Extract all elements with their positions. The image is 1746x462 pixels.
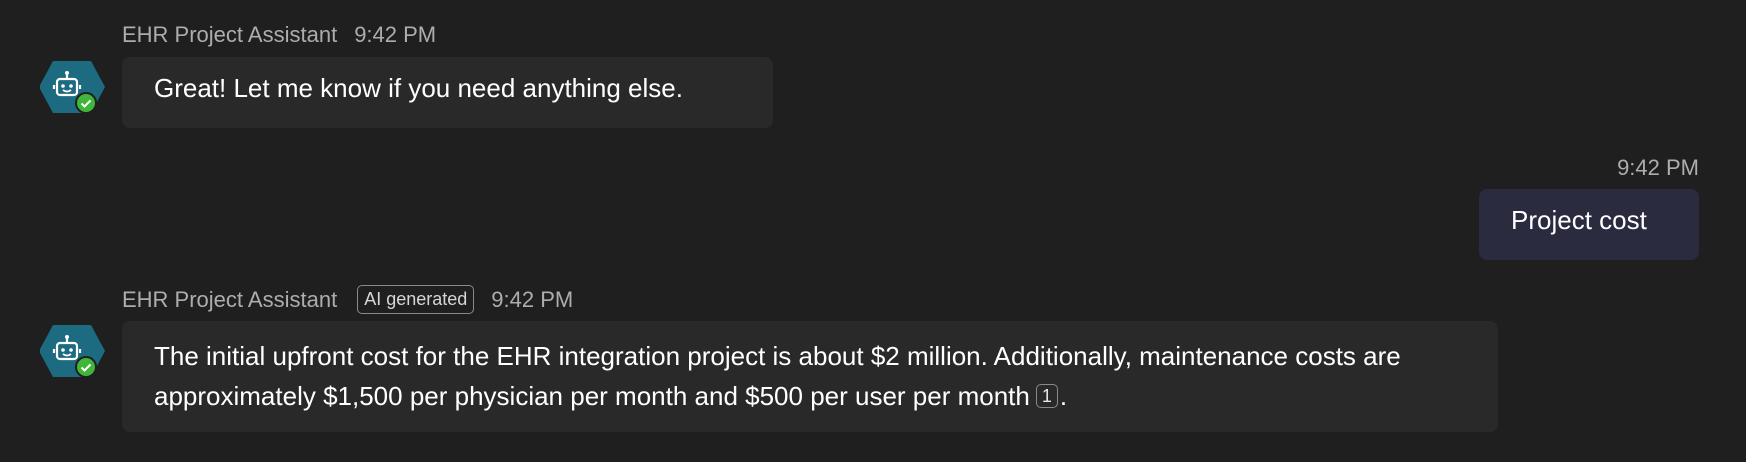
message-meta: EHR Project Assistant 9:42 PM bbox=[122, 22, 436, 48]
citation-reference[interactable]: 1 bbox=[1035, 384, 1058, 408]
user-message-bubble[interactable]: Project cost bbox=[1479, 189, 1699, 260]
message-meta: EHR Project Assistant AI generated 9:42 … bbox=[122, 285, 573, 314]
sender-name: EHR Project Assistant bbox=[122, 22, 338, 47]
message-time: 9:42 PM bbox=[354, 22, 437, 47]
bot-icon bbox=[40, 325, 105, 378]
checkmark-icon bbox=[75, 356, 97, 378]
bot-icon bbox=[40, 61, 105, 114]
message-text: Project cost bbox=[1511, 205, 1647, 235]
bot-message-bubble[interactable]: Great! Let me know if you need anything … bbox=[122, 57, 773, 128]
message-text: Great! Let me know if you need anything … bbox=[154, 73, 683, 103]
message-time: 9:42 PM bbox=[491, 286, 574, 312]
message-text: The initial upfront cost for the EHR int… bbox=[154, 341, 1401, 411]
bot-avatar[interactable] bbox=[40, 59, 108, 121]
message-meta: 9:42 PM bbox=[1617, 155, 1699, 181]
sender-name: EHR Project Assistant bbox=[122, 286, 338, 312]
checkmark-icon bbox=[75, 92, 97, 114]
bot-avatar[interactable] bbox=[40, 323, 108, 385]
message-trailing-punct: . bbox=[1059, 381, 1068, 411]
ai-generated-badge: AI generated bbox=[357, 285, 475, 314]
bot-message-bubble[interactable]: The initial upfront cost for the EHR int… bbox=[122, 321, 1498, 432]
message-time: 9:42 PM bbox=[1617, 155, 1699, 180]
